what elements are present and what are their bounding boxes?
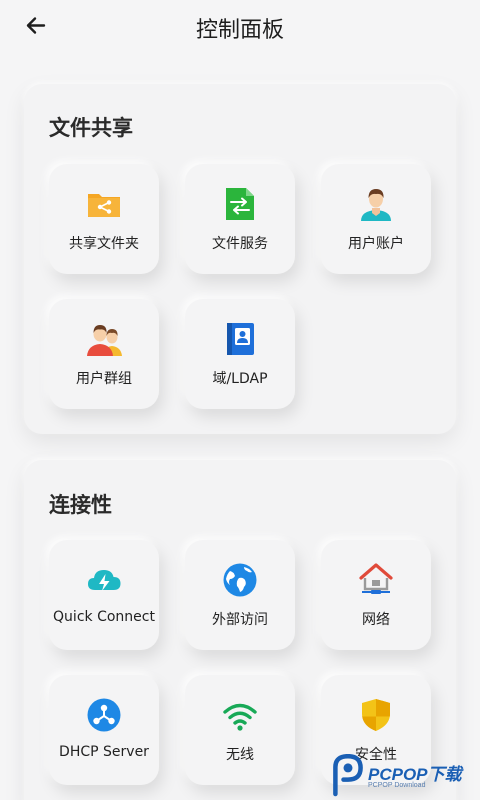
network-icon xyxy=(358,562,394,598)
tile-label: 域/LDAP xyxy=(212,371,268,387)
tile-label: 无线 xyxy=(226,747,254,763)
domain-ldap-icon xyxy=(222,321,258,357)
dhcp-server-icon xyxy=(86,697,122,733)
security-icon xyxy=(358,697,394,733)
section-title: 连接性 xyxy=(49,493,112,517)
tile-label: 网络 xyxy=(362,612,390,628)
watermark: PCPOP下载 PCPOP Download xyxy=(330,752,480,800)
tile-label: 外部访问 xyxy=(212,612,268,628)
tile-domain-ldap[interactable]: 域/LDAP xyxy=(185,299,295,409)
external-access-icon xyxy=(222,562,258,598)
tile-label: Quick Connect xyxy=(53,609,155,625)
page-title: 控制面板 xyxy=(195,18,284,43)
tile-shared-folder[interactable]: 共享文件夹 xyxy=(49,164,159,274)
tile-external-access[interactable]: 外部访问 xyxy=(185,540,295,650)
tile-user-group[interactable]: 用户群组 xyxy=(49,299,159,409)
header: 控制面板 xyxy=(0,0,480,56)
file-service-icon xyxy=(222,186,258,222)
tile-wireless[interactable]: 无线 xyxy=(185,675,295,785)
user-group-icon xyxy=(86,321,122,357)
tile-label: 文件服务 xyxy=(212,236,268,252)
tile-network[interactable]: 网络 xyxy=(321,540,431,650)
tile-user-account[interactable]: 用户账户 xyxy=(321,164,431,274)
quick-connect-icon xyxy=(86,562,122,598)
connectivity-section: 连接性 Quick Connect 外部访问 网络 DHCP Server 无线… xyxy=(24,460,456,800)
tile-quick-connect[interactable]: Quick Connect xyxy=(49,540,159,650)
tile-file-service[interactable]: 文件服务 xyxy=(185,164,295,274)
tile-label: 用户账户 xyxy=(348,236,404,252)
tile-label: DHCP Server xyxy=(59,744,149,760)
tile-dhcp-server[interactable]: DHCP Server xyxy=(49,675,159,785)
tile-label: 用户群组 xyxy=(76,371,132,387)
file-sharing-section: 文件共享 共享文件夹 文件服务 用户账户 用户群组 域/LDAP xyxy=(24,84,456,434)
user-account-icon xyxy=(358,186,394,222)
watermark-subtext: PCPOP Download xyxy=(368,782,426,789)
tile-label: 共享文件夹 xyxy=(69,236,139,252)
wireless-icon xyxy=(222,697,258,733)
shared-folder-icon xyxy=(86,186,122,222)
section-title: 文件共享 xyxy=(49,116,133,140)
pcpop-logo-icon xyxy=(333,754,363,797)
